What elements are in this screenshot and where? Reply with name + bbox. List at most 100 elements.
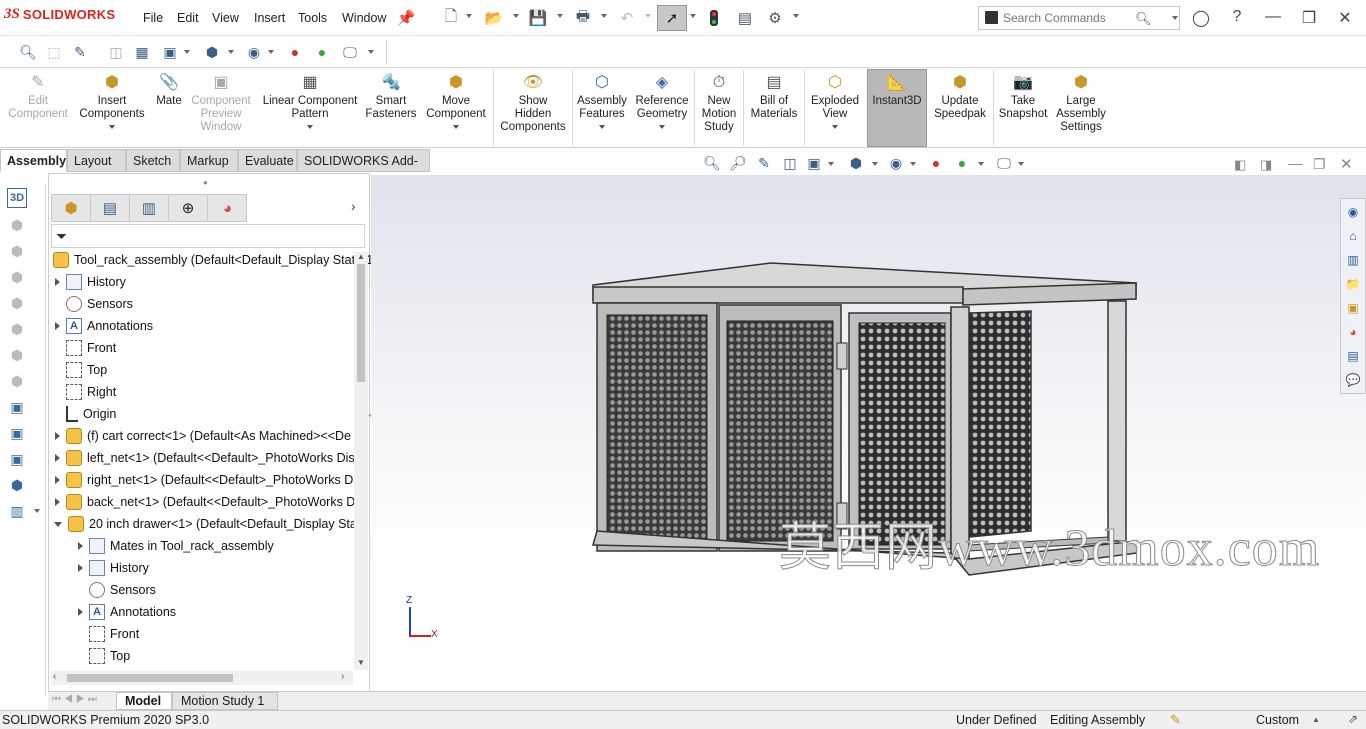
doc-close-icon[interactable]: ✕ (1340, 155, 1353, 173)
tab-markup[interactable]: Markup (180, 149, 238, 172)
minimize-window-icon[interactable]: — (1262, 8, 1284, 26)
orientation-dropdown-icon[interactable] (228, 50, 234, 54)
scroll-up-icon[interactable]: ▲ (357, 252, 365, 261)
tab-assembly[interactable]: Assembly (0, 149, 67, 172)
close-window-icon[interactable]: ✕ (1334, 8, 1356, 28)
restore-window-icon[interactable]: ❐ (1298, 8, 1320, 28)
exploded-view-dropdown-icon[interactable] (832, 125, 838, 129)
insert-components-dropdown-icon[interactable] (109, 125, 115, 129)
hud-previous-view-icon[interactable]: ✎ (754, 153, 774, 173)
tab-model[interactable]: Model (116, 692, 172, 710)
instant3d-content[interactable]: 📐 Instant3D (867, 72, 927, 108)
configuration-manager-tab-icon[interactable]: ▥ (130, 195, 169, 221)
tab-sketch[interactable]: Sketch (126, 149, 180, 172)
hidden-strip-icon[interactable]: ⬢ (7, 345, 27, 365)
print-icon[interactable]: 🖶 (573, 8, 593, 28)
menu-file[interactable]: File (143, 11, 163, 25)
undo-icon[interactable]: ↶ (617, 8, 637, 28)
hud-view-settings-icon[interactable]: 🖵 (994, 153, 1014, 173)
pattern-strip-icon[interactable]: ⬢ (7, 267, 27, 287)
display-manager-tab-icon[interactable]: ◕ (208, 195, 247, 221)
display-style-icon[interactable]: ◉ (244, 42, 264, 62)
hud-view-orientation-icon[interactable]: ⬢ (846, 153, 866, 173)
panel-expand-icon[interactable]: › (351, 198, 356, 214)
assembly-strip-icon[interactable]: ▥ (7, 501, 27, 521)
filter-icon[interactable]: ⏷ (56, 228, 67, 245)
zoom-area-icon[interactable]: ⬚ (44, 42, 64, 62)
features-strip-icon[interactable]: ⬢ (7, 371, 27, 391)
take-snapshot-button[interactable]: 📷 Take Snapshot (996, 72, 1050, 121)
view-palette-icon[interactable]: ▣ (1344, 299, 1362, 317)
edit-appearance-icon[interactable]: ● (312, 42, 332, 62)
expand-arrow-icon[interactable] (55, 498, 60, 506)
previous-view-icon[interactable]: ✎ (70, 42, 90, 62)
expand-arrow-icon[interactable] (55, 432, 60, 440)
3d-view-icon[interactable]: 3D (7, 188, 27, 208)
view-settings-dropdown-icon[interactable] (368, 50, 374, 54)
status-more-icon[interactable]: ⇗ (1348, 712, 1358, 726)
pin-icon[interactable]: 📌 (396, 8, 416, 28)
tree-item-sub-sensors[interactable]: Sensors (89, 579, 156, 601)
menu-edit[interactable]: Edit (177, 11, 199, 25)
save-dropdown-icon[interactable] (557, 14, 563, 18)
insert-components-button[interactable]: ⬢ Insert Components (76, 72, 148, 129)
tile-left-icon[interactable]: ◧ (1234, 157, 1246, 173)
file-explorer-icon[interactable]: 📁 (1344, 275, 1362, 293)
hud-zoom-to-fit-icon[interactable]: 🔍︎ (702, 153, 722, 173)
search-icon[interactable]: 🔍︎ (1135, 11, 1152, 27)
open-icon[interactable]: 📂 (484, 8, 504, 28)
save-icon[interactable]: 💾 (528, 8, 548, 28)
select-icon[interactable]: ➚ (657, 5, 687, 31)
hud-annotation-dropdown-icon[interactable] (828, 162, 834, 166)
hud-orientation-dropdown-icon[interactable] (872, 162, 878, 166)
tab-motion-study-1[interactable]: Motion Study 1 (172, 692, 278, 710)
tree-item-drawer[interactable]: 20 inch drawer<1> (Default<Default_Displ… (54, 513, 360, 535)
reference-geometry-dropdown-icon[interactable] (659, 125, 665, 129)
tree-horizontal-scrollbar[interactable]: ‹ › (51, 671, 353, 685)
unit-dropdown-icon[interactable]: ▲ (1312, 715, 1320, 724)
new-motion-study-button[interactable]: ⏱ New Motion Study (697, 72, 741, 134)
hud-dynamic-annotation-icon[interactable]: ▣ (804, 153, 824, 173)
linear-component-pattern-button[interactable]: ▦ Linear Component Pattern (258, 72, 362, 129)
edit-component-button[interactable]: ✎ Edit Component (6, 72, 70, 121)
tree-item-right-plane[interactable]: Right (66, 381, 116, 403)
show-hidden-components-button[interactable]: 👁 Show Hidden Components (496, 72, 570, 134)
search-input[interactable] (1003, 10, 1153, 26)
tree-item-sensors[interactable]: Sensors (66, 293, 133, 315)
tree-item-top-plane[interactable]: Top (66, 359, 107, 381)
options-dropdown-icon[interactable] (793, 14, 799, 18)
tab-solidworks-add-ins[interactable]: SOLIDWORKS Add-Ins (297, 149, 430, 190)
move-component-button[interactable]: ⬢ Move Component (422, 72, 490, 129)
tree-item-right-net[interactable]: right_net<1> (Default<<Default>_PhotoWor… (55, 469, 353, 491)
tree-item-back-net[interactable]: back_net<1> (Default<<Default>_PhotoWork… (55, 491, 355, 513)
component-preview-window-button[interactable]: ▣ Component Preview Window (188, 72, 254, 134)
exploded-view-button[interactable]: ⬡ Exploded View (807, 72, 863, 129)
assembly-features-button[interactable]: ⬡ Assembly Features (574, 72, 630, 129)
linear-pattern-dropdown-icon[interactable] (307, 125, 313, 129)
expand-arrow-icon[interactable] (78, 542, 83, 550)
motion-strip-icon[interactable]: ▣ (7, 423, 27, 443)
tab-evaluate[interactable]: Evaluate (238, 149, 297, 172)
new-dropdown-icon[interactable] (466, 14, 472, 18)
custom-properties-icon[interactable]: ▤ (1344, 347, 1362, 365)
hide-show-items-icon[interactable]: ● (285, 42, 305, 62)
tree-item-front-plane[interactable]: Front (66, 337, 116, 359)
horizontal-scroll-thumb[interactable] (67, 674, 233, 682)
tree-item-left-net[interactable]: left_net<1> (Default<<Default>_PhotoWork… (55, 447, 355, 469)
help-icon[interactable]: ? (1226, 8, 1248, 26)
panel-grip-icon[interactable]: ● (203, 178, 208, 187)
view-settings-icon[interactable]: 🖵 (340, 42, 360, 62)
feature-tree-tab-icon[interactable]: ⬢ (52, 195, 91, 221)
hud-display-style-dropdown-icon[interactable] (910, 162, 916, 166)
explode-strip-icon[interactable]: ⬢ (7, 475, 27, 495)
hud-view-settings-dropdown-icon[interactable] (1018, 162, 1024, 166)
tree-item-annotations[interactable]: A Annotations (55, 315, 153, 337)
tab-layout[interactable]: Layout (67, 149, 126, 172)
select-dropdown-icon[interactable] (690, 14, 696, 18)
fastener-strip-icon[interactable]: ⬢ (7, 293, 27, 313)
doc-restore-icon[interactable]: ❐ (1313, 156, 1326, 173)
rebuild-status-icon[interactable]: ✎ (1170, 712, 1181, 728)
expand-arrow-icon[interactable] (55, 278, 60, 286)
assembly-features-dropdown-icon[interactable] (599, 125, 605, 129)
graphics-area[interactable]: 莫西网www.3dmox.com Z X (371, 175, 1366, 695)
